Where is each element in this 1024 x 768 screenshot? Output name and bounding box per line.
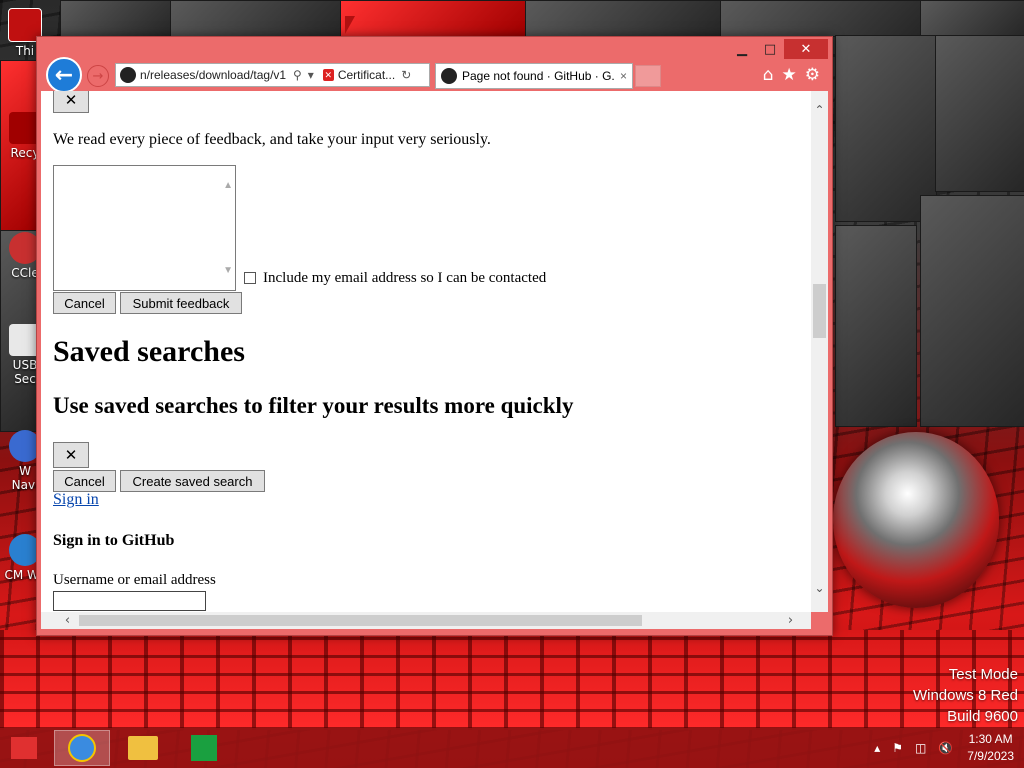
vertical-scrollbar[interactable]: ⌃ ⌄: [811, 91, 828, 612]
certificate-error-icon: ✕: [322, 69, 334, 81]
bg-block: [720, 0, 922, 37]
windows-logo-icon: [11, 737, 37, 759]
vertical-scroll-thumb[interactable]: [813, 284, 826, 338]
bg-block: [170, 0, 342, 37]
address-bar[interactable]: n/releases/download/tag/v1 ⚲ ▾ ✕ Certifi…: [115, 63, 430, 87]
show-hidden-icons-icon[interactable]: ▴: [874, 741, 880, 755]
arrow-left-icon: ←: [54, 62, 74, 88]
username-label: Username or email address: [53, 572, 216, 588]
cancel-feedback-button[interactable]: Cancel: [53, 292, 116, 314]
taskbar-file-explorer[interactable]: [115, 730, 171, 766]
bg-block: [60, 0, 172, 37]
watermark-line: Build 9600: [947, 708, 1018, 725]
settings-gear-icon[interactable]: ⚙: [805, 65, 820, 85]
feedback-description: We read every piece of feedback, and tak…: [53, 131, 491, 148]
tab-page-not-found[interactable]: Page not found · GitHub · G... ×: [435, 63, 633, 89]
create-saved-search-button[interactable]: Create saved search: [120, 470, 265, 492]
navigation-bar: ← → n/releases/download/tag/v1 ⚲ ▾ ✕ Cer…: [37, 57, 832, 93]
bg-block: [340, 0, 527, 37]
sign-in-link[interactable]: Sign in: [53, 491, 99, 509]
browser-tools: ⌂ ★ ⚙: [759, 65, 824, 85]
close-saved-search-button[interactable]: ✕: [53, 442, 89, 468]
system-tray: ▴ ⚑ ◫ 🔇 1:30 AM 7/9/2023: [868, 728, 1024, 768]
close-icon: ✕: [64, 91, 78, 109]
browser-window: ▁ □ ✕ ← → n/releases/download/tag/v1 ⚲ ▾…: [36, 36, 833, 636]
mouse-cursor: [345, 16, 355, 34]
page-content: ✕ We read every piece of feedback, and t…: [41, 91, 811, 612]
folder-icon: [128, 736, 158, 760]
saved-searches-subheading: Use saved searches to filter your result…: [53, 393, 574, 418]
scroll-up-icon[interactable]: ⌃: [811, 103, 828, 120]
favorites-star-icon[interactable]: ★: [782, 65, 797, 85]
certificate-label[interactable]: Certificat...: [338, 68, 395, 82]
start-button[interactable]: [0, 730, 48, 766]
taskbar-store[interactable]: [176, 730, 232, 766]
volume-muted-icon[interactable]: 🔇: [938, 741, 953, 755]
bg-block: [525, 0, 722, 37]
refresh-icon[interactable]: ↻: [401, 68, 411, 82]
sign-in-heading: Sign in to GitHub: [53, 532, 175, 549]
github-favicon-icon: [120, 67, 136, 83]
bg-block: [920, 0, 1024, 37]
watermark-line: Windows 8 Red: [912, 687, 1018, 704]
github-favicon-icon: [441, 68, 457, 84]
maximize-button[interactable]: □: [756, 39, 784, 59]
scroll-right-icon[interactable]: ›: [782, 612, 799, 629]
minimize-button[interactable]: ▁: [728, 39, 756, 59]
submit-feedback-button[interactable]: Submit feedback: [120, 292, 242, 314]
taskbar: ▴ ⚑ ◫ 🔇 1:30 AM 7/9/2023: [0, 728, 1024, 768]
saved-searches-heading: Saved searches: [53, 335, 245, 368]
action-center-flag-icon[interactable]: ⚑: [892, 741, 903, 755]
new-tab-button[interactable]: [635, 65, 661, 87]
scroll-left-icon[interactable]: ‹: [59, 612, 76, 629]
bg-sphere: [833, 432, 999, 608]
network-icon[interactable]: ◫: [915, 741, 926, 755]
taskbar-internet-explorer[interactable]: [54, 730, 110, 766]
dropdown-icon[interactable]: ▾: [308, 68, 314, 82]
window-controls: ▁ □ ✕: [728, 39, 828, 59]
cancel-saved-search-button[interactable]: Cancel: [53, 470, 116, 492]
horizontal-scrollbar[interactable]: ‹ ›: [41, 612, 811, 629]
bg-block: [935, 35, 1024, 192]
home-icon[interactable]: ⌂: [763, 65, 774, 85]
close-feedback-button[interactable]: ✕: [53, 91, 89, 113]
bg-block: [835, 225, 917, 427]
textarea-scroll-up-icon[interactable]: ▲: [223, 180, 233, 191]
username-input[interactable]: [53, 591, 206, 611]
test-mode-watermark: Test Mode Windows 8 Red Build 9600: [913, 664, 1018, 727]
watermark-line: Test Mode: [948, 666, 1018, 683]
clock-time: 1:30 AM: [968, 732, 1013, 746]
url-text: n/releases/download/tag/v1: [140, 68, 287, 82]
include-email-checkbox[interactable]: [244, 272, 256, 284]
bg-block: [920, 195, 1024, 427]
feedback-textarea[interactable]: ▲ ▼: [53, 165, 236, 291]
close-window-button[interactable]: ✕: [784, 39, 828, 59]
scroll-down-icon[interactable]: ⌄: [811, 581, 828, 598]
tab-title: Page not found · GitHub · G...: [462, 69, 615, 83]
back-button[interactable]: ←: [46, 57, 82, 93]
internet-explorer-icon: [68, 734, 96, 762]
bg-block: [835, 35, 937, 222]
arrow-right-icon: →: [92, 68, 104, 84]
forward-button[interactable]: →: [87, 65, 109, 87]
tab-close-icon[interactable]: ×: [620, 69, 627, 83]
search-icon[interactable]: ⚲: [293, 68, 302, 82]
clock-date: 7/9/2023: [967, 749, 1014, 763]
bg-floor: [0, 630, 1024, 730]
horizontal-scroll-thumb[interactable]: [79, 615, 642, 626]
include-email-label: Include my email address so I can be con…: [263, 270, 547, 286]
clock[interactable]: 1:30 AM 7/9/2023: [967, 731, 1014, 765]
close-icon: ✕: [64, 446, 78, 464]
store-icon: [191, 735, 217, 761]
textarea-scroll-down-icon[interactable]: ▼: [223, 265, 233, 276]
